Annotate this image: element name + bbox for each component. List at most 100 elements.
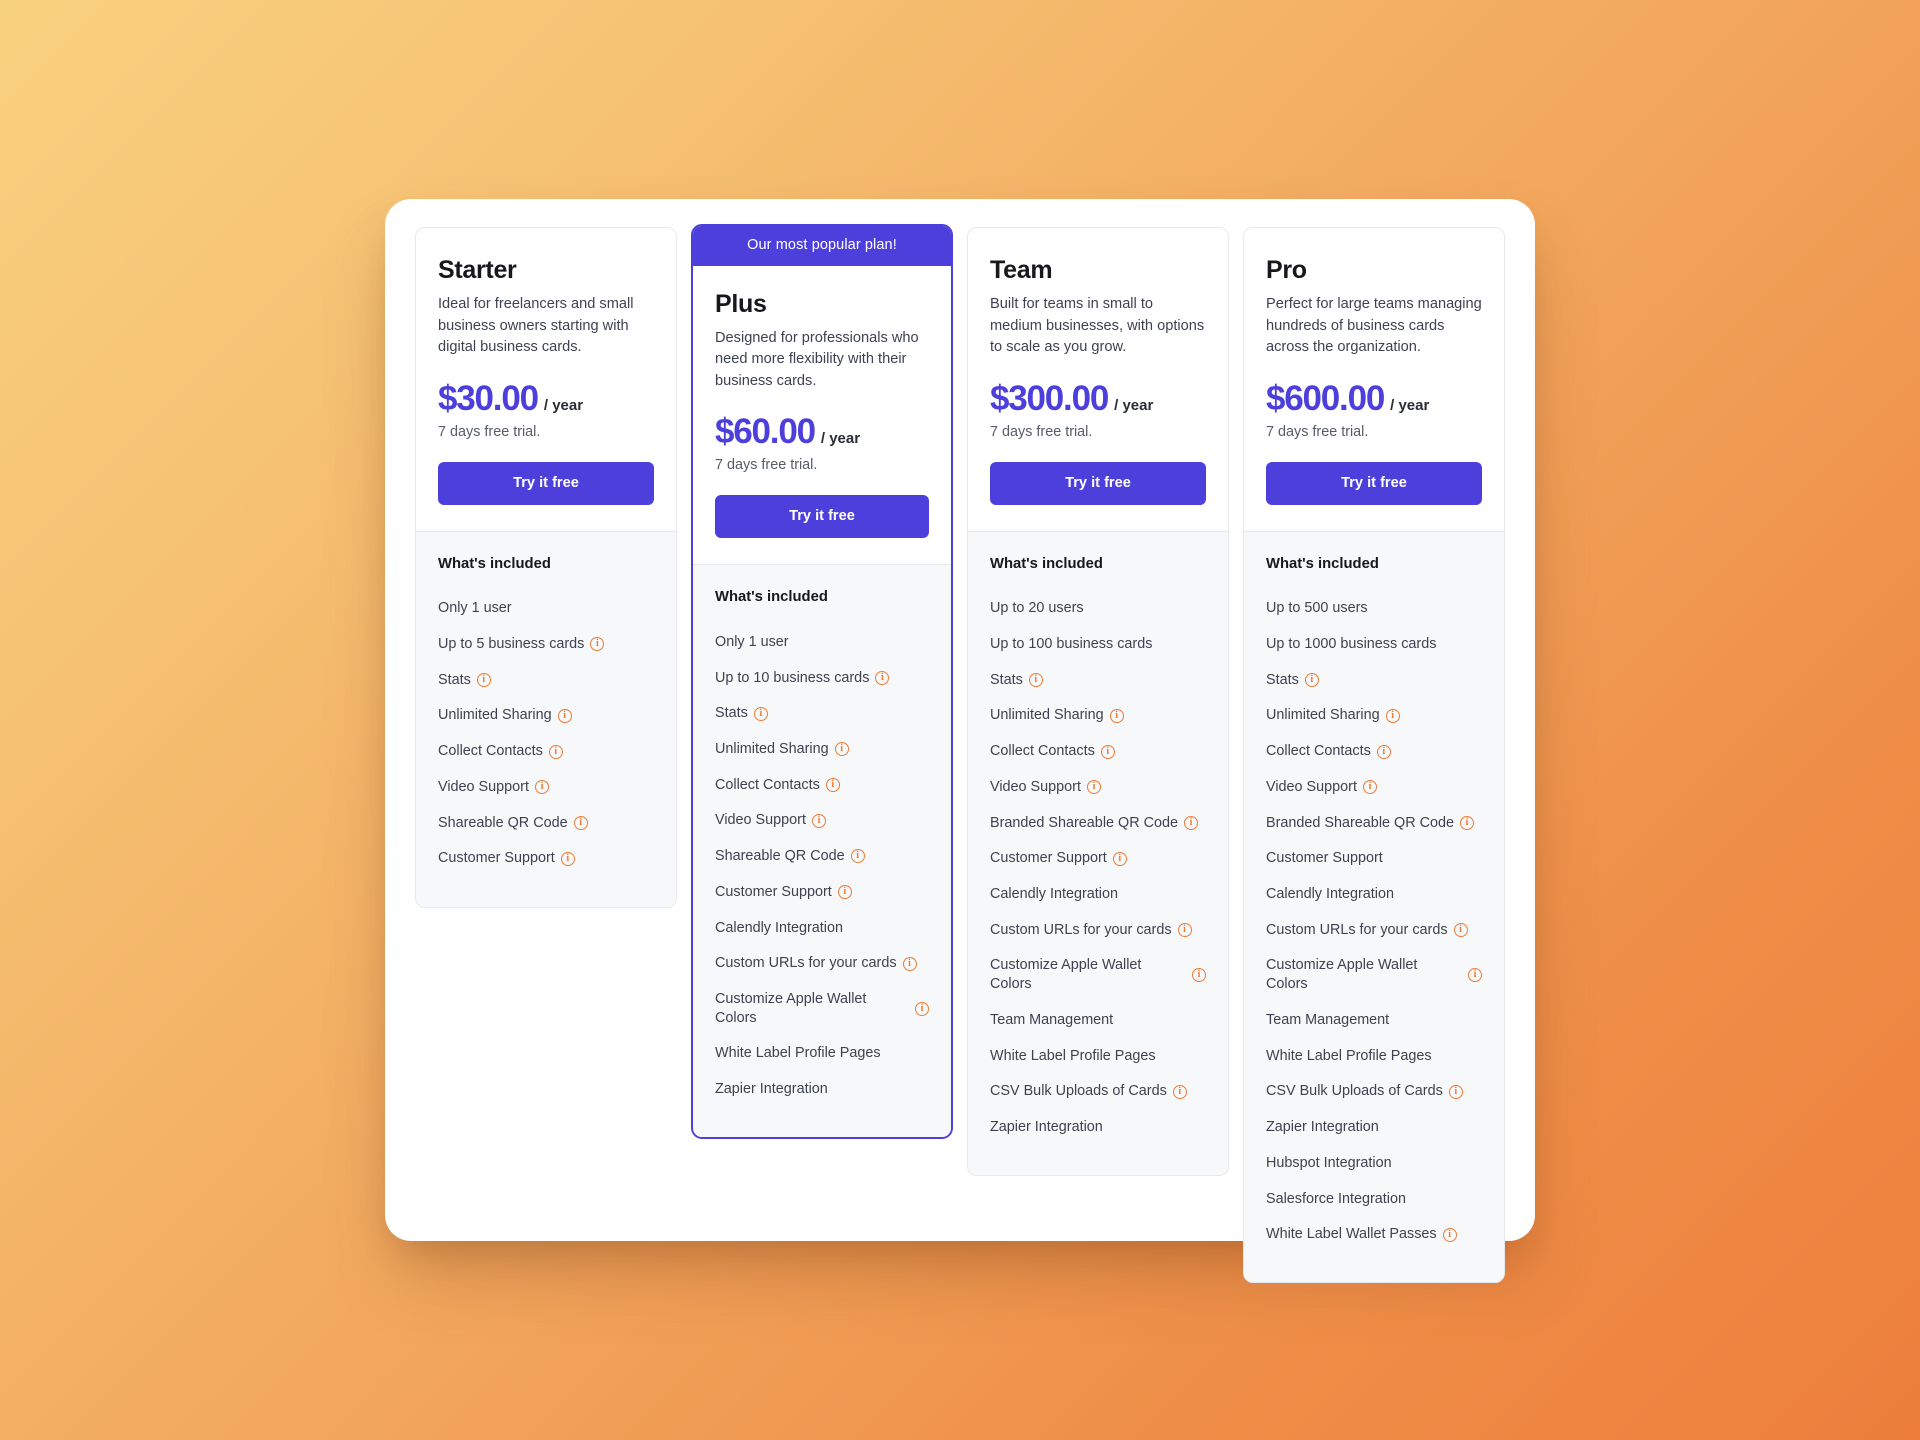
info-icon[interactable]: i xyxy=(1112,851,1127,866)
feature-item: Branded Shareable QR Code i xyxy=(990,805,1206,841)
feature-item: Customize Apple Wallet Colors i xyxy=(1266,948,1482,1002)
feature-label: Up to 10 business cards xyxy=(715,669,870,686)
info-icon[interactable]: i xyxy=(1086,780,1101,795)
feature-label: CSV Bulk Uploads of Cards xyxy=(990,1083,1167,1100)
plan-period: / year xyxy=(543,396,584,414)
feature-label: Customize Apple Wallet Colors xyxy=(990,957,1142,993)
feature-label: Collect Contacts xyxy=(990,743,1095,760)
try-it-free-button[interactable]: Try it free xyxy=(1266,461,1482,505)
pricing-card-team: Team Built for teams in small to medium b… xyxy=(967,227,1229,1177)
feature-label: Up to 1000 business cards xyxy=(1266,636,1437,652)
card-header: Pro Perfect for large teams managing hund… xyxy=(1244,228,1504,531)
plan-description: Perfect for large teams managing hundred… xyxy=(1266,296,1482,356)
feature-item: Customize Apple Wallet Colors i xyxy=(715,981,929,1035)
feature-item: Unlimited Sharing i xyxy=(715,731,929,767)
plan-price: $60.00 xyxy=(715,412,816,452)
info-icon[interactable]: i xyxy=(1192,968,1206,983)
info-icon[interactable]: i xyxy=(1468,968,1482,983)
feature-item: Shareable QR Code i xyxy=(438,805,654,841)
info-icon[interactable]: i xyxy=(811,813,826,828)
free-trial-note: 7 days free trial. xyxy=(1266,423,1369,440)
try-it-free-button[interactable]: Try it free xyxy=(438,461,654,505)
feature-label: White Label Profile Pages xyxy=(1266,1047,1432,1064)
feature-item: Collect Contacts i xyxy=(1266,734,1482,770)
feature-label: CSV Bulk Uploads of Cards xyxy=(1266,1083,1443,1100)
plan-name: Plus xyxy=(715,289,767,318)
feature-item: Only 1 user xyxy=(438,591,654,627)
info-icon[interactable]: i xyxy=(1385,708,1400,723)
info-icon[interactable]: i xyxy=(915,1001,929,1016)
included-section: What's included Only 1 user Up to 10 busin… xyxy=(693,564,951,1138)
pricing-card-pro: Pro Perfect for large teams managing hund… xyxy=(1243,227,1505,1284)
info-icon[interactable]: i xyxy=(476,673,491,688)
included-title: What's included xyxy=(1266,555,1379,572)
try-it-free-button[interactable]: Try it free xyxy=(715,495,929,539)
feature-label: Zapier Integration xyxy=(715,1081,828,1098)
plan-name: Starter xyxy=(438,256,517,284)
feature-label: Customize Apple Wallet Colors xyxy=(1266,957,1418,993)
feature-item: Calendly Integration xyxy=(1266,877,1482,913)
info-icon[interactable]: i xyxy=(902,956,917,971)
feature-label: Custom URLs for your cards xyxy=(715,955,897,972)
feature-item: Only 1 user xyxy=(715,624,929,660)
feature-label: Up to 5 business cards xyxy=(438,636,585,652)
info-icon[interactable]: i xyxy=(1100,744,1115,759)
feature-label: Custom URLs for your cards xyxy=(1266,921,1448,938)
info-icon[interactable]: i xyxy=(1460,815,1474,830)
pricing-panel: Starter Ideal for freelancers and small b… xyxy=(385,199,1535,1284)
feature-label: Up to 100 business cards xyxy=(990,636,1153,652)
info-icon[interactable]: i xyxy=(590,637,605,652)
plan-price: $600.00 xyxy=(1266,378,1385,418)
card-header: Starter Ideal for freelancers and small b… xyxy=(416,228,676,531)
feature-label: Shareable QR Code xyxy=(715,848,845,865)
info-icon[interactable]: i xyxy=(1453,923,1468,938)
feature-label: Shareable QR Code xyxy=(438,814,568,831)
feature-item: White Label Profile Pages xyxy=(715,1036,929,1072)
info-icon[interactable]: i xyxy=(1362,780,1377,795)
info-icon[interactable]: i xyxy=(837,885,852,900)
feature-item: Collect Contacts i xyxy=(715,767,929,803)
feature-label: Branded Shareable QR Code xyxy=(1266,814,1454,831)
info-icon[interactable]: i xyxy=(557,708,572,723)
plan-period: / year xyxy=(820,430,861,448)
feature-item: Collect Contacts i xyxy=(438,734,654,770)
feature-item: CSV Bulk Uploads of Cards i xyxy=(990,1074,1206,1110)
info-icon[interactable]: i xyxy=(1442,1227,1457,1242)
feature-item: Custom URLs for your cards i xyxy=(715,946,929,982)
feature-item: Up to 1000 business cards xyxy=(1266,627,1482,663)
pricing-card-starter: Starter Ideal for freelancers and small b… xyxy=(415,227,677,908)
plan-period: / year xyxy=(1114,396,1154,414)
card-header: Plus Designed for professionals who need … xyxy=(693,265,951,565)
info-icon[interactable]: i xyxy=(1172,1084,1187,1099)
info-icon[interactable]: i xyxy=(560,851,575,866)
price-row: $30.00/ year xyxy=(438,379,654,419)
feature-item: CSV Bulk Uploads of Cards i xyxy=(1266,1074,1482,1110)
info-icon[interactable]: i xyxy=(1376,744,1391,759)
info-icon[interactable]: i xyxy=(534,780,549,795)
info-icon[interactable]: i xyxy=(573,815,588,830)
feature-list: Only 1 user Up to 10 business cards i Stats… xyxy=(715,624,929,1107)
try-it-free-button[interactable]: Try it free xyxy=(990,461,1206,505)
info-icon[interactable]: i xyxy=(1184,815,1198,830)
info-icon[interactable]: i xyxy=(825,778,840,793)
feature-item: Zapier Integration xyxy=(990,1110,1206,1146)
info-icon[interactable]: i xyxy=(1177,923,1192,938)
feature-label: Stats xyxy=(990,671,1023,688)
feature-label: Up to 20 users xyxy=(990,600,1084,617)
price-row: $300.00 / year xyxy=(990,379,1206,419)
info-icon[interactable]: i xyxy=(1304,673,1319,688)
info-icon[interactable]: i xyxy=(1028,673,1043,688)
info-icon[interactable]: i xyxy=(548,744,563,759)
feature-item: Unlimited Sharing i xyxy=(438,698,654,734)
feature-item: White Label Wallet Passes i xyxy=(1266,1217,1482,1253)
info-icon[interactable]: i xyxy=(753,706,768,721)
info-icon[interactable]: i xyxy=(875,670,890,685)
info-icon[interactable]: i xyxy=(1448,1084,1463,1099)
feature-label: White Label Profile Pages xyxy=(990,1047,1156,1064)
free-trial-note: 7 days free trial. xyxy=(990,423,1093,440)
feature-item: Custom URLs for your cards i xyxy=(1266,912,1482,948)
info-icon[interactable]: i xyxy=(850,849,865,864)
info-icon[interactable]: i xyxy=(834,742,849,757)
info-icon[interactable]: i xyxy=(1109,708,1124,723)
included-section: What's included Up to 20 users Up to 100 b… xyxy=(968,530,1228,1176)
